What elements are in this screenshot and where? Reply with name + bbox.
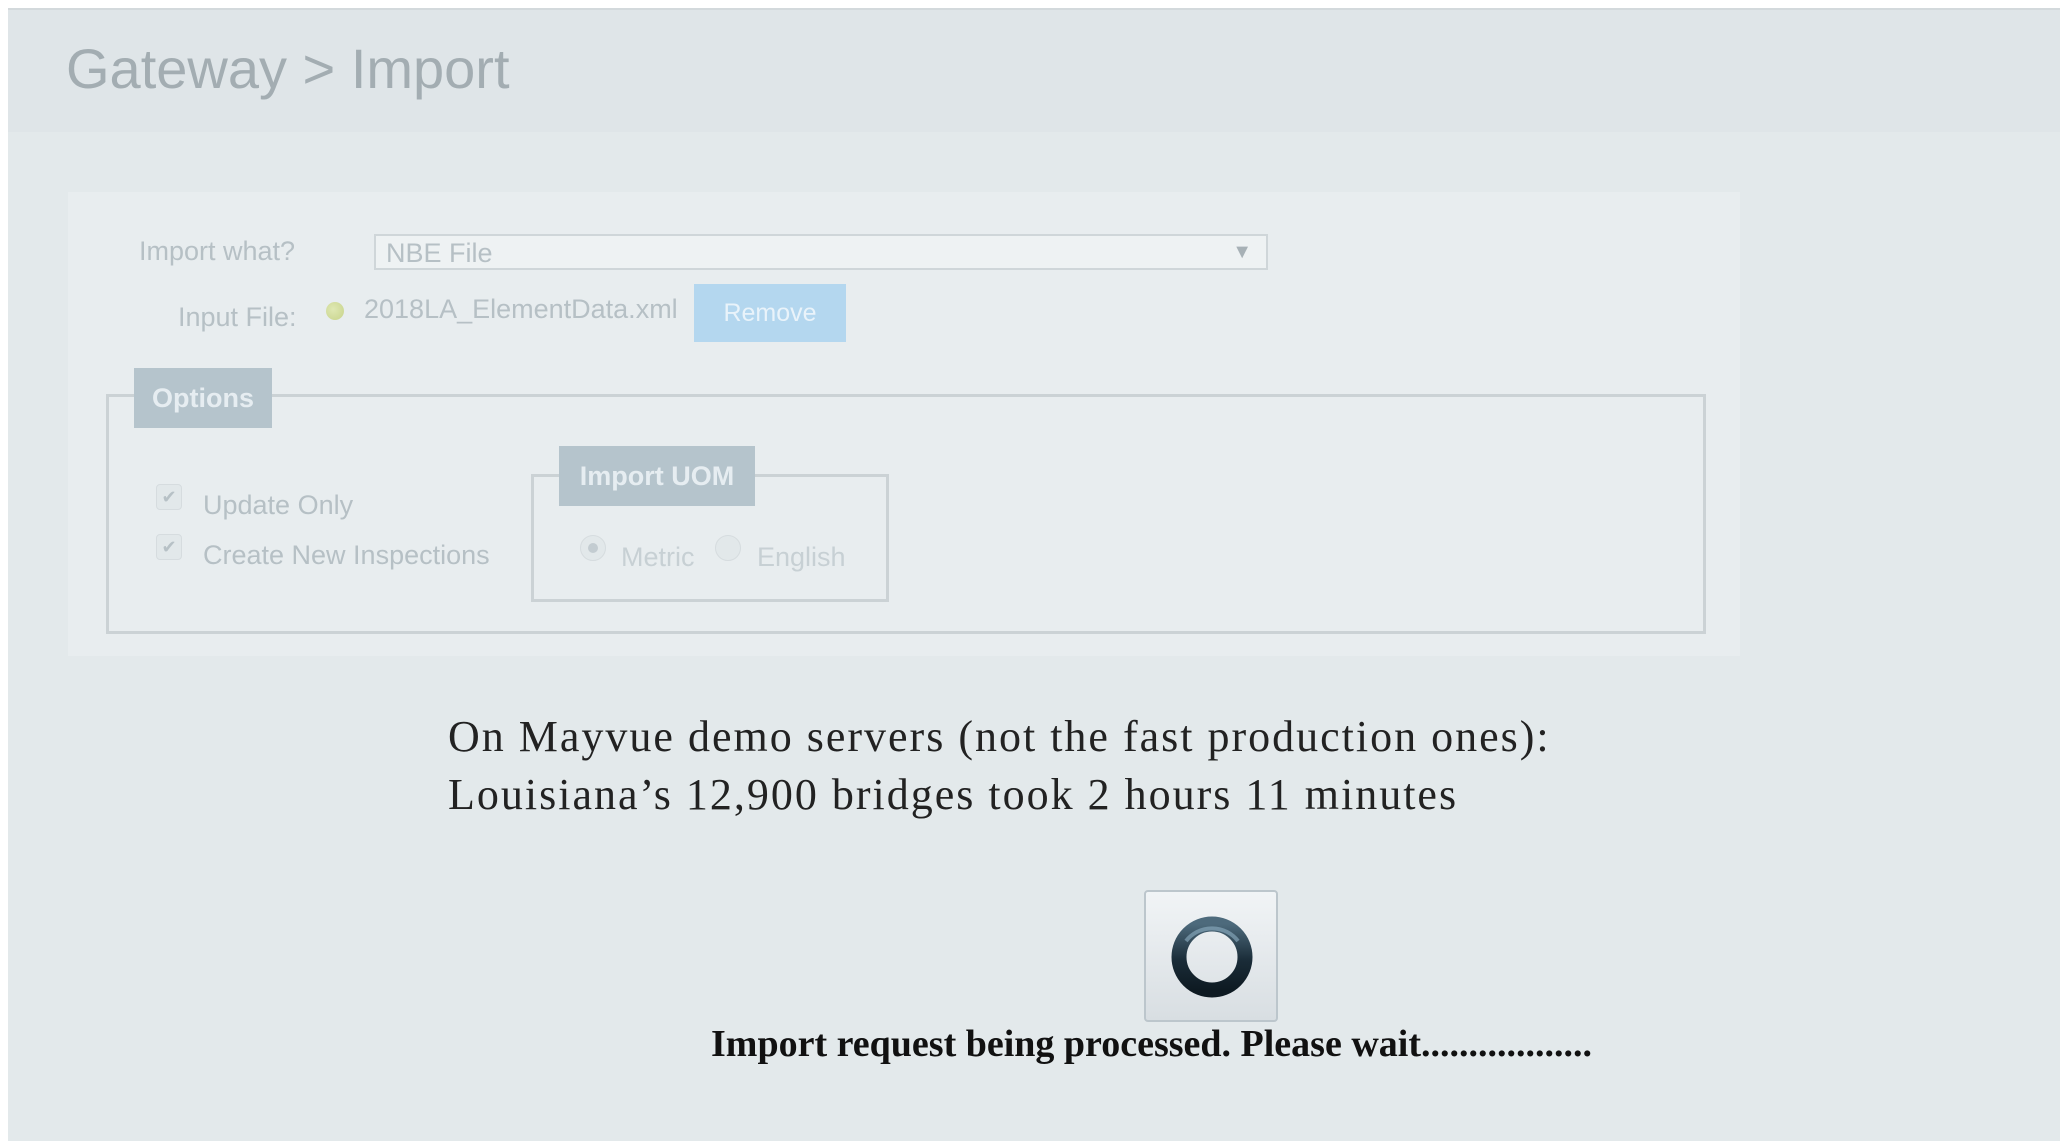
loading-ring-icon <box>1171 916 1253 998</box>
english-label: English <box>757 542 846 572</box>
create-new-inspections-label: Create New Inspections <box>203 540 490 570</box>
import-what-select[interactable]: NBE File ▼ <box>374 234 1268 270</box>
page: Gateway > Import Import what? NBE File ▼… <box>8 8 2060 1141</box>
dropdown-arrow-icon: ▼ <box>1232 241 1252 263</box>
import-duration-note: On Mayvue demo servers (not the fast pro… <box>448 708 1551 824</box>
create-new-inspections-checkbox[interactable]: ✔ <box>156 534 182 560</box>
metric-label: Metric <box>621 542 695 572</box>
import-what-label: Import what? <box>139 236 296 266</box>
input-file-label: Input File: <box>178 302 297 332</box>
note-line-2: Louisiana’s 12,900 bridges took 2 hours … <box>448 770 1459 819</box>
update-only-label: Update Only <box>203 490 354 520</box>
metric-radio[interactable] <box>580 535 606 561</box>
update-only-checkbox[interactable]: ✔ <box>156 484 182 510</box>
loading-spinner <box>1144 890 1278 1022</box>
import-form: Import what? NBE File ▼ Input File: 2018… <box>68 192 1740 656</box>
processing-message: Import request being processed. Please w… <box>711 1023 1592 1065</box>
remove-button[interactable]: Remove <box>694 284 846 342</box>
file-status-icon <box>326 302 344 320</box>
options-legend: Options <box>134 368 272 428</box>
import-what-value: NBE File <box>386 238 493 268</box>
page-header: Gateway > Import <box>8 8 2060 132</box>
note-line-1: On Mayvue demo servers (not the fast pro… <box>448 712 1551 761</box>
page-title: Gateway > Import <box>66 37 510 100</box>
english-radio[interactable] <box>715 535 741 561</box>
input-file-name: 2018LA_ElementData.xml <box>364 294 678 324</box>
import-uom-legend: Import UOM <box>559 446 755 506</box>
